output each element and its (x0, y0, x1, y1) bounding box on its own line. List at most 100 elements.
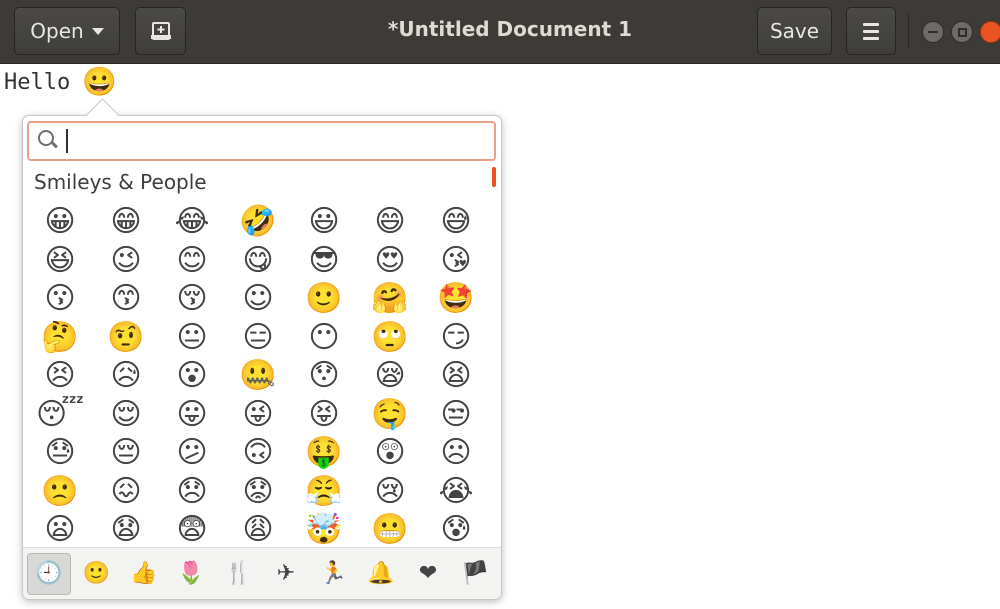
emoji-button[interactable]: 😥 (93, 357, 159, 396)
emoji-button[interactable]: 😆 (27, 242, 93, 281)
category-tab-flags[interactable]: 🏴 (454, 553, 498, 595)
category-tab-recent[interactable]: 🕘 (27, 552, 71, 595)
hamburger-icon (863, 22, 879, 40)
emoji-button[interactable]: 😍 (357, 242, 423, 281)
emoji-button[interactable]: 🤗 (357, 280, 423, 319)
emoji-button[interactable]: 😋 (225, 242, 291, 281)
emoji-button[interactable]: 🤐 (225, 357, 291, 396)
emoji-button[interactable]: 😶 (291, 319, 357, 358)
emoji-button[interactable]: 😨 (159, 511, 225, 548)
emoji-button[interactable]: 🙄 (357, 319, 423, 358)
emoji-button[interactable]: 😗 (27, 280, 93, 319)
emoji-button[interactable]: 😣 (27, 357, 93, 396)
emoji-button[interactable]: 😒 (423, 396, 487, 435)
emoji-button[interactable]: 😅 (423, 203, 487, 242)
emoji-button[interactable]: 😓 (27, 434, 93, 473)
category-tab-food[interactable]: 🍴 (217, 553, 261, 595)
emoji-button[interactable]: 😖 (93, 473, 159, 512)
emoji-button[interactable]: 🙃 (225, 434, 291, 473)
emoji-button[interactable]: 🤯 (291, 511, 357, 548)
emoji-button[interactable]: 😢 (357, 473, 423, 512)
emoji-button[interactable]: 😬 (357, 511, 423, 548)
emoji-button[interactable]: 😲 (357, 434, 423, 473)
emoji-button[interactable]: 😚 (159, 280, 225, 319)
emoji-button[interactable]: ☺ (225, 280, 291, 319)
emoji-search-box[interactable] (27, 121, 496, 161)
category-bar: 🕘 🙂 👍 🌷 🍴 ✈ 🏃 🔔 ❤ 🏴 (23, 547, 501, 599)
menu-button[interactable] (846, 7, 896, 55)
category-tab-smileys[interactable]: 🙂 (74, 553, 118, 595)
emoji-search-input[interactable] (66, 129, 472, 153)
emoji-button[interactable]: 🤨 (93, 319, 159, 358)
emoji-button[interactable]: 😟 (225, 473, 291, 512)
emoji-button[interactable]: 🤤 (357, 396, 423, 435)
emoji-button[interactable]: 😪 (357, 357, 423, 396)
emoji-button[interactable]: 🤩 (423, 280, 487, 319)
emoji-button[interactable]: 😙 (93, 280, 159, 319)
chevron-down-icon (91, 27, 104, 35)
search-icon (38, 130, 60, 152)
emoji-button[interactable]: 🙂 (291, 280, 357, 319)
emoji-picker-popover: Smileys & People 😀 😁 😂 🤣 😃 😄 😅 😆 😉 😊 😋 😎 😍 😘 😗 😙 😚 ☺ 🙂 🤗 🤩 🤔 🤨… (22, 115, 502, 600)
minimize-icon (928, 31, 938, 33)
category-tab-body[interactable]: 👍 (122, 553, 166, 595)
new-document-button[interactable] (135, 7, 186, 55)
category-tab-nature[interactable]: 🌷 (169, 553, 213, 595)
emoji-button[interactable]: 😴 (27, 396, 93, 435)
emoji-button[interactable]: 😯 (291, 357, 357, 396)
section-title: Smileys & People (34, 170, 207, 194)
open-button[interactable]: Open (14, 7, 120, 55)
emoji-button[interactable]: 😜 (225, 396, 291, 435)
emoji-button[interactable]: ☹ (423, 434, 487, 473)
emoji-button[interactable]: 😎 (291, 242, 357, 281)
emoji-button[interactable]: 😘 (423, 242, 487, 281)
scrollbar-thumb[interactable] (492, 167, 496, 187)
new-document-icon (150, 22, 171, 40)
window-title: *Untitled Document 1 (387, 17, 633, 41)
emoji-button[interactable]: 😐 (159, 319, 225, 358)
emoji-button[interactable]: 😏 (423, 319, 487, 358)
emoji-button[interactable]: 😫 (423, 357, 487, 396)
emoji-button[interactable]: 😕 (159, 434, 225, 473)
category-tab-objects[interactable]: 🔔 (359, 553, 403, 595)
editor-text-area[interactable]: Hello 😀 (4, 68, 117, 96)
header-bar: Open *Untitled Document 1 Save (0, 0, 1000, 64)
save-button[interactable]: Save (757, 7, 832, 55)
emoji-button[interactable]: 😑 (225, 319, 291, 358)
emoji-button[interactable]: 😤 (291, 473, 357, 512)
emoji-grid: 😀 😁 😂 🤣 😃 😄 😅 😆 😉 😊 😋 😎 😍 😘 😗 😙 😚 ☺ 🙂 🤗 🤩 🤔 🤨 😐 😑 😶 🙄 😏 😣 😥 😮 🤐 😯 😪 😫 😴 😌 😛 😜 😝… (27, 203, 487, 548)
emoji-button[interactable]: 😊 (159, 242, 225, 281)
emoji-button[interactable]: 😦 (27, 511, 93, 548)
editor-text: Hello (4, 69, 71, 95)
emoji-button[interactable]: 😛 (159, 396, 225, 435)
maximize-button[interactable] (951, 21, 973, 43)
emoji-button[interactable]: 😧 (93, 511, 159, 548)
emoji-button[interactable]: 😔 (93, 434, 159, 473)
close-button[interactable] (980, 21, 1000, 43)
header-separator (908, 14, 909, 48)
emoji-button[interactable]: 😝 (291, 396, 357, 435)
emoji-button[interactable]: 🤔 (27, 319, 93, 358)
emoji-button[interactable]: 😁 (93, 203, 159, 242)
emoji-button[interactable]: 😂 (159, 203, 225, 242)
emoji-button[interactable]: 😀 (27, 203, 93, 242)
inserted-emoji: 😀 (82, 65, 118, 98)
emoji-button[interactable]: 🙁 (27, 473, 93, 512)
minimize-button[interactable] (922, 21, 944, 43)
emoji-button[interactable]: 😰 (423, 511, 487, 548)
emoji-button[interactable]: 😮 (159, 357, 225, 396)
maximize-icon (957, 27, 967, 37)
emoji-button[interactable]: 😄 (357, 203, 423, 242)
emoji-button[interactable]: 😌 (93, 396, 159, 435)
emoji-button[interactable]: 😞 (159, 473, 225, 512)
emoji-button[interactable]: 🤣 (225, 203, 291, 242)
emoji-button[interactable]: 😃 (291, 203, 357, 242)
category-tab-symbols[interactable]: ❤ (406, 553, 450, 595)
emoji-button[interactable]: 🤑 (291, 434, 357, 473)
emoji-button[interactable]: 😩 (225, 511, 291, 548)
category-tab-travel[interactable]: ✈ (264, 553, 308, 595)
emoji-button[interactable]: 😉 (93, 242, 159, 281)
category-tab-activities[interactable]: 🏃 (311, 553, 355, 595)
open-button-label: Open (30, 19, 84, 43)
emoji-button[interactable]: 😭 (423, 473, 487, 512)
